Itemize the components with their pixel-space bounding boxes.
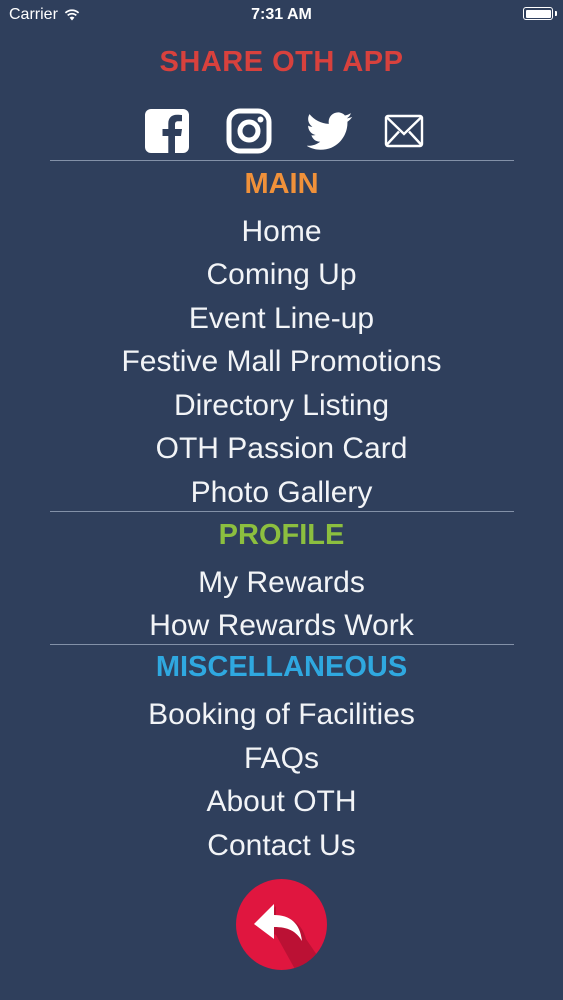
menu-item-festive-mall-promotions[interactable]: Festive Mall Promotions	[0, 345, 563, 379]
menu-item-faqs[interactable]: FAQs	[0, 742, 563, 776]
section-title-miscellaneous: MISCELLANEOUS	[155, 651, 408, 683]
instagram-icon[interactable]	[226, 108, 272, 154]
back-button[interactable]	[236, 879, 327, 970]
battery-icon	[523, 7, 557, 20]
menu-item-home[interactable]: Home	[0, 215, 563, 249]
section-title-main: MAIN	[244, 168, 319, 200]
menu-item-photo-gallery[interactable]: Photo Gallery	[0, 476, 563, 510]
twitter-icon[interactable]	[307, 108, 353, 154]
share-title: SHARE OTH APP	[159, 46, 404, 78]
reply-arrow-icon	[254, 904, 327, 970]
mail-icon[interactable]	[384, 113, 424, 149]
menu-item-how-rewards-work[interactable]: How Rewards Work	[0, 609, 563, 643]
status-time: 7:31 AM	[251, 6, 312, 23]
menu-item-booking-of-facilities[interactable]: Booking of Facilities	[0, 698, 563, 732]
social-row	[0, 108, 563, 154]
menu-item-about-oth[interactable]: About OTH	[0, 785, 563, 819]
status-bar: Carrier 7:31 AM	[0, 0, 563, 30]
section-title-profile: PROFILE	[218, 519, 345, 551]
menu-item-directory-listing[interactable]: Directory Listing	[0, 389, 563, 423]
divider	[50, 160, 514, 161]
menu-item-contact-us[interactable]: Contact Us	[0, 829, 563, 863]
facebook-icon[interactable]	[144, 108, 190, 154]
menu-item-oth-passion-card[interactable]: OTH Passion Card	[0, 432, 563, 466]
divider	[50, 511, 514, 512]
menu-item-event-line-up[interactable]: Event Line-up	[0, 302, 563, 336]
divider	[50, 644, 514, 645]
menu-item-coming-up[interactable]: Coming Up	[0, 258, 563, 292]
menu-item-my-rewards[interactable]: My Rewards	[0, 566, 563, 600]
